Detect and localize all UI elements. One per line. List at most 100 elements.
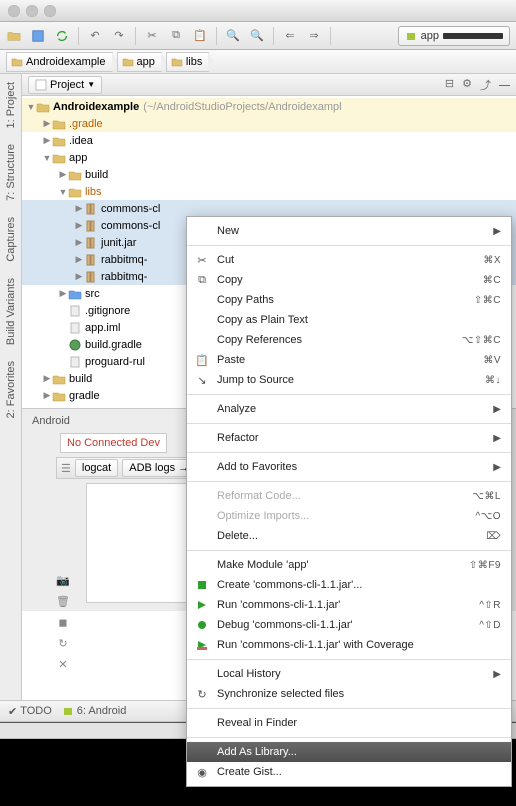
menu-item[interactable]: ◉Create Gist...	[187, 762, 511, 782]
expand-arrow-icon[interactable]: ▶	[74, 237, 84, 248]
todo-icon: ✔	[8, 705, 17, 718]
expand-arrow-icon[interactable]: ▶	[42, 135, 52, 146]
expand-arrow-icon[interactable]: ▶	[58, 288, 68, 299]
tree-item[interactable]: ▶.idea	[22, 132, 516, 149]
menu-item[interactable]: ✂Cut⌘X	[187, 250, 511, 270]
save-icon[interactable]	[30, 28, 46, 44]
restart-icon[interactable]: ↻	[58, 637, 67, 650]
folder-orange-icon	[68, 185, 82, 199]
file-icon	[68, 321, 82, 335]
breadcrumb-item[interactable]: libs	[166, 52, 210, 72]
submenu-arrow-icon: ▶	[493, 462, 501, 473]
menu-shortcut: ⇧⌘F9	[469, 560, 501, 571]
menu-item[interactable]: ⧉Copy⌘C	[187, 270, 511, 290]
expand-arrow-icon[interactable]: ▶	[42, 373, 52, 384]
breadcrumb-item[interactable]: app	[117, 52, 162, 72]
run-config-selector[interactable]: app	[398, 26, 510, 46]
collapse-icon[interactable]: ⊟	[445, 77, 454, 93]
forward-icon[interactable]: ⇒	[306, 28, 322, 44]
menu-item[interactable]: ↘Jump to Source⌘↓	[187, 370, 511, 390]
breadcrumb-item[interactable]: Androidexample	[6, 52, 113, 72]
menu-item[interactable]: Local History▶	[187, 664, 511, 684]
minimize-window-icon[interactable]	[26, 5, 38, 17]
tab-android[interactable]: 6: Android	[62, 705, 127, 717]
cut-icon[interactable]: ✂	[144, 28, 160, 44]
expand-arrow-icon[interactable]: ▶	[74, 271, 84, 282]
tab-logcat[interactable]: logcat	[75, 459, 118, 477]
toolbar-separator	[330, 27, 331, 45]
expand-arrow-icon[interactable]: ▶	[74, 220, 84, 231]
project-view-selector[interactable]: Project ▼	[28, 76, 102, 94]
menu-shortcut: ⌦	[486, 531, 501, 542]
autoscroll-icon[interactable]: ⤴	[480, 77, 491, 93]
expand-arrow-icon[interactable]: ▶	[74, 254, 84, 265]
menu-item[interactable]: Reveal in Finder	[187, 713, 511, 733]
toolbar-separator	[135, 27, 136, 45]
menu-separator	[187, 708, 511, 709]
menu-item[interactable]: New▶	[187, 221, 511, 241]
tree-label: .gitignore	[85, 305, 130, 317]
expand-arrow-icon[interactable]: ▼	[42, 153, 52, 163]
expand-arrow-icon[interactable]: ▶	[42, 118, 52, 129]
folder-orange-icon	[52, 117, 66, 131]
menu-item[interactable]: ↻Synchronize selected files	[187, 684, 511, 704]
tree-item[interactable]: ▶.gradle	[22, 115, 516, 132]
expand-arrow-icon[interactable]: ▶	[58, 169, 68, 180]
sidebar-tool-structure[interactable]: 7: Structure	[5, 136, 17, 209]
menu-item[interactable]: Analyze▶	[187, 399, 511, 419]
menu-label: Copy Paths	[217, 294, 474, 306]
menu-item[interactable]: Add to Favorites▶	[187, 457, 511, 477]
settings-icon[interactable]: ⚙	[462, 77, 472, 93]
expand-arrow-icon[interactable]: ▶	[74, 203, 84, 214]
sidebar-tool-build-variants[interactable]: Build Variants	[5, 270, 17, 353]
menu-item[interactable]: Run 'commons-cli-1.1.jar'^⇧R	[187, 595, 511, 615]
tree-item[interactable]: ▼libs	[22, 183, 516, 200]
jump-icon: ↘	[193, 374, 211, 387]
tree-item[interactable]: ▶commons-cl	[22, 200, 516, 217]
trash-icon[interactable]: 🗑	[56, 595, 70, 608]
sync-icon[interactable]	[54, 28, 70, 44]
menu-item[interactable]: Add As Library...	[187, 742, 511, 762]
menu-separator	[187, 245, 511, 246]
menu-item: Optimize Imports...^⌥O	[187, 506, 511, 526]
sidebar-tool-favorites[interactable]: 2: Favorites	[5, 353, 17, 426]
sidebar-tool-project[interactable]: 1: Project	[5, 74, 17, 136]
menu-item[interactable]: Refactor▶	[187, 428, 511, 448]
tree-item[interactable]: ▼app	[22, 149, 516, 166]
tree-root[interactable]: ▼ Androidexample (~/AndroidStudioProject…	[22, 98, 516, 115]
replace-icon[interactable]: 🔍	[249, 28, 265, 44]
zoom-window-icon[interactable]	[44, 5, 56, 17]
close-window-icon[interactable]	[8, 5, 20, 17]
close-icon[interactable]: ✕	[58, 658, 67, 671]
expand-arrow-icon[interactable]: ▼	[26, 102, 36, 112]
camera-icon[interactable]: 📷	[56, 574, 70, 587]
menu-separator	[187, 659, 511, 660]
expand-arrow-icon[interactable]: ▶	[42, 390, 52, 401]
menu-shortcut: ⌘C	[483, 275, 501, 286]
menu-item[interactable]: Run 'commons-cli-1.1.jar' with Coverage	[187, 635, 511, 655]
menu-item[interactable]: 📋Paste⌘V	[187, 350, 511, 370]
sync-icon: ↻	[193, 688, 211, 701]
menu-item[interactable]: Debug 'commons-cli-1.1.jar'^⇧D	[187, 615, 511, 635]
stop-icon[interactable]: ◼	[58, 616, 67, 629]
menu-item[interactable]: Copy as Plain Text	[187, 310, 511, 330]
undo-icon[interactable]: ↶	[87, 28, 103, 44]
menu-item[interactable]: Make Module 'app'⇧⌘F9	[187, 555, 511, 575]
redo-icon[interactable]: ↷	[111, 28, 127, 44]
tab-todo[interactable]: ✔ TODO	[8, 705, 52, 718]
open-icon[interactable]	[6, 28, 22, 44]
menu-shortcut: ⌘X	[483, 255, 501, 266]
tree-item[interactable]: ▶build	[22, 166, 516, 183]
expand-arrow-icon[interactable]: ▼	[58, 187, 68, 197]
menu-item[interactable]: Create 'commons-cli-1.1.jar'...	[187, 575, 511, 595]
menu-item[interactable]: Delete...⌦	[187, 526, 511, 546]
hide-icon[interactable]: ⎼	[499, 77, 510, 93]
paste-icon[interactable]: 📋	[192, 28, 208, 44]
find-icon[interactable]: 🔍	[225, 28, 241, 44]
project-icon	[35, 79, 47, 91]
menu-item[interactable]: Copy Paths⇧⌘C	[187, 290, 511, 310]
back-icon[interactable]: ⇐	[282, 28, 298, 44]
sidebar-tool-captures[interactable]: Captures	[5, 209, 17, 270]
menu-item[interactable]: Copy References⌥⇧⌘C	[187, 330, 511, 350]
copy-icon[interactable]: ⧉	[168, 28, 184, 44]
